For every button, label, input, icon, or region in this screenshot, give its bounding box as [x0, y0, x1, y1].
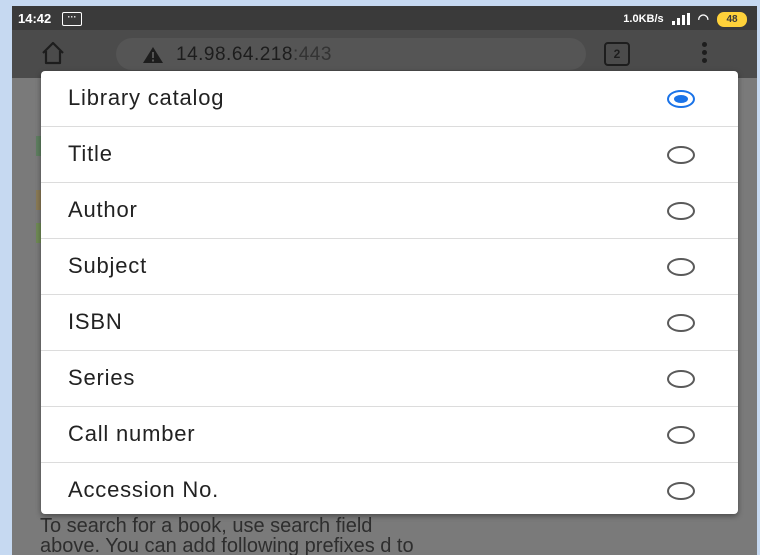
- option-isbn[interactable]: ISBN: [41, 295, 738, 351]
- option-label: Series: [68, 365, 136, 390]
- radio-selected-icon[interactable]: [667, 90, 695, 108]
- signal-icon: [671, 13, 690, 25]
- help-text: To search for a book, use search field a…: [40, 516, 740, 555]
- home-icon[interactable]: [40, 40, 66, 66]
- wifi-icon: ◠: [697, 11, 709, 26]
- tab-switcher-button[interactable]: 2: [604, 42, 630, 66]
- option-label: Author: [68, 197, 138, 222]
- battery-icon: 48: [717, 11, 747, 27]
- radio-icon[interactable]: [667, 426, 695, 444]
- radio-icon[interactable]: [667, 314, 695, 332]
- option-series[interactable]: Series: [41, 351, 738, 407]
- option-library-catalog[interactable]: Library catalog: [41, 71, 738, 127]
- status-bar: 14:42 ··· 1.0KB/s ◠ 48: [12, 6, 757, 30]
- overflow-menu-icon[interactable]: [702, 42, 708, 66]
- option-subject[interactable]: Subject: [41, 239, 738, 295]
- option-label: Call number: [68, 421, 196, 446]
- status-time: 14:42: [18, 11, 52, 26]
- radio-icon[interactable]: [667, 258, 695, 276]
- option-author[interactable]: Author: [41, 183, 738, 239]
- warning-icon: [143, 47, 163, 63]
- status-right: 1.0KB/s ◠ 48: [623, 11, 747, 27]
- message-icon: ···: [62, 12, 82, 26]
- radio-icon[interactable]: [667, 202, 695, 220]
- network-speed: 1.0KB/s: [623, 13, 664, 25]
- help-text-line: above. You can add following prefixes d …: [40, 535, 414, 555]
- option-label: Library catalog: [68, 85, 225, 110]
- radio-icon[interactable]: [667, 370, 695, 388]
- option-accession-no[interactable]: Accession No.: [41, 463, 738, 514]
- option-call-number[interactable]: Call number: [41, 407, 738, 463]
- radio-icon[interactable]: [667, 146, 695, 164]
- option-label: ISBN: [68, 309, 123, 334]
- option-label: Subject: [68, 253, 147, 278]
- option-title[interactable]: Title: [41, 127, 738, 183]
- url-port: :443: [292, 44, 332, 65]
- search-type-dialog: Library catalog Title Author Subject ISB…: [41, 71, 738, 514]
- option-label: Accession No.: [68, 477, 220, 502]
- address-bar[interactable]: 14.98.64.218:443: [116, 38, 586, 70]
- option-label: Title: [68, 141, 113, 166]
- help-text-line: To search for a book, use search field: [40, 515, 373, 537]
- url-host: 14.98.64.218: [176, 44, 293, 65]
- radio-icon[interactable]: [667, 482, 695, 500]
- url-text: 14.98.64.218:443: [176, 44, 332, 66]
